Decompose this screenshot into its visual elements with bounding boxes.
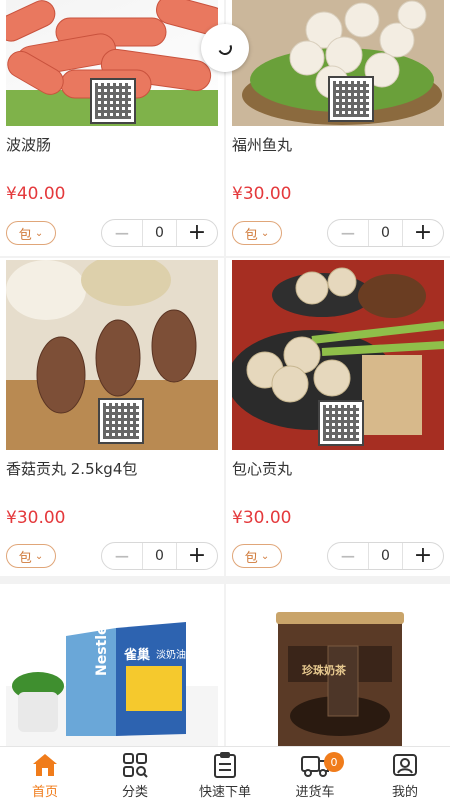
- tab-category[interactable]: 分类: [90, 747, 180, 800]
- quantity-stepper[interactable]: − 0 +: [327, 542, 444, 570]
- product-card[interactable]: 福州鱼丸 ¥30.00 包 ⌄ − 0 +: [226, 0, 450, 256]
- product-image[interactable]: [232, 0, 444, 126]
- increment-button[interactable]: +: [403, 220, 443, 246]
- product-card[interactable]: 香菇贡丸 2.5kg4包 ¥30.00 包 ⌄ − 0 +: [0, 258, 224, 576]
- bottom-tab-bar: 首页 分类 快速下单 进货车 0 我的: [0, 746, 450, 800]
- home-icon: [33, 754, 57, 776]
- tab-label: 首页: [31, 785, 58, 800]
- quantity-value[interactable]: 0: [368, 220, 403, 246]
- product-name[interactable]: 波波肠: [6, 134, 51, 155]
- cart-count-badge: 0: [324, 752, 344, 772]
- product-card[interactable]: 包心贡丸 ¥30.00 包 ⌄ − 0 +: [226, 258, 450, 576]
- tab-home[interactable]: 首页: [0, 747, 90, 800]
- powder-label-text: 珍珠奶茶: [302, 664, 346, 677]
- qr-code-watermark: [98, 398, 144, 444]
- nestle-product-text: 淡奶油: [156, 650, 186, 661]
- increment-button[interactable]: +: [177, 543, 217, 569]
- quantity-value[interactable]: 0: [142, 220, 177, 246]
- product-name[interactable]: 福州鱼丸: [232, 134, 292, 155]
- decrement-button[interactable]: −: [102, 543, 142, 569]
- unit-select[interactable]: 包 ⌄: [232, 221, 282, 245]
- chevron-down-icon: ⌄: [260, 227, 270, 239]
- product-name[interactable]: 包心贡丸: [232, 458, 292, 479]
- unit-label: 包: [244, 227, 258, 243]
- decrement-button[interactable]: −: [328, 543, 368, 569]
- chevron-down-icon: ⌄: [260, 550, 270, 562]
- tab-label: 进货车: [295, 785, 335, 800]
- decrement-button[interactable]: −: [328, 220, 368, 246]
- product-image[interactable]: 珍珠奶茶: [232, 606, 444, 746]
- product-price: ¥30.00: [6, 508, 66, 528]
- product-price: ¥30.00: [232, 508, 292, 528]
- qr-code-watermark: [90, 78, 136, 124]
- product-image[interactable]: 雀巢 淡奶油 Nestle: [6, 606, 218, 746]
- product-image[interactable]: [6, 260, 218, 450]
- product-name[interactable]: 香菇贡丸 2.5kg4包: [6, 458, 137, 479]
- tab-mine[interactable]: 我的: [360, 747, 450, 800]
- quantity-stepper[interactable]: − 0 +: [101, 542, 218, 570]
- qr-code-watermark: [328, 76, 374, 122]
- quantity-stepper[interactable]: − 0 +: [327, 219, 444, 247]
- tab-label: 我的: [391, 785, 418, 800]
- nestle-brand-text: 雀巢: [124, 648, 151, 663]
- product-price: ¥40.00: [6, 184, 66, 204]
- product-card[interactable]: 雀巢 淡奶油 Nestle: [0, 584, 224, 746]
- product-image[interactable]: [232, 260, 444, 450]
- unit-label: 包: [18, 550, 32, 566]
- product-image[interactable]: [6, 0, 218, 126]
- chevron-down-icon: ⌄: [34, 550, 44, 562]
- loading-spinner: [201, 24, 249, 72]
- unit-select[interactable]: 包 ⌄: [6, 544, 56, 568]
- quantity-value[interactable]: 0: [368, 543, 403, 569]
- quantity-value[interactable]: 0: [142, 543, 177, 569]
- tab-label: 快速下单: [198, 785, 251, 800]
- product-card[interactable]: 波波肠 ¥40.00 包 ⌄ − 0 +: [0, 0, 224, 256]
- increment-button[interactable]: +: [403, 543, 443, 569]
- unit-select[interactable]: 包 ⌄: [232, 544, 282, 568]
- tab-label: 分类: [121, 785, 148, 800]
- nestle-brand-latin: Nestle: [94, 625, 110, 676]
- profile-icon: [393, 754, 417, 776]
- chevron-down-icon: ⌄: [34, 227, 44, 239]
- qr-code-watermark: [318, 400, 364, 446]
- unit-label: 包: [18, 227, 32, 243]
- decrement-button[interactable]: −: [102, 220, 142, 246]
- clipboard-icon: [214, 752, 236, 778]
- category-icon: [123, 753, 148, 778]
- increment-button[interactable]: +: [177, 220, 217, 246]
- tab-cart[interactable]: 进货车 0: [270, 747, 360, 800]
- product-price: ¥30.00: [232, 184, 292, 204]
- unit-select[interactable]: 包 ⌄: [6, 221, 56, 245]
- tab-quick-order[interactable]: 快速下单: [180, 747, 270, 800]
- product-grid: 波波肠 ¥40.00 包 ⌄ − 0 + 福州鱼丸 ¥30.00 包 ⌄ − 0…: [0, 0, 450, 746]
- unit-label: 包: [244, 550, 258, 566]
- quantity-stepper[interactable]: − 0 +: [101, 219, 218, 247]
- product-card[interactable]: 珍珠奶茶: [226, 584, 450, 746]
